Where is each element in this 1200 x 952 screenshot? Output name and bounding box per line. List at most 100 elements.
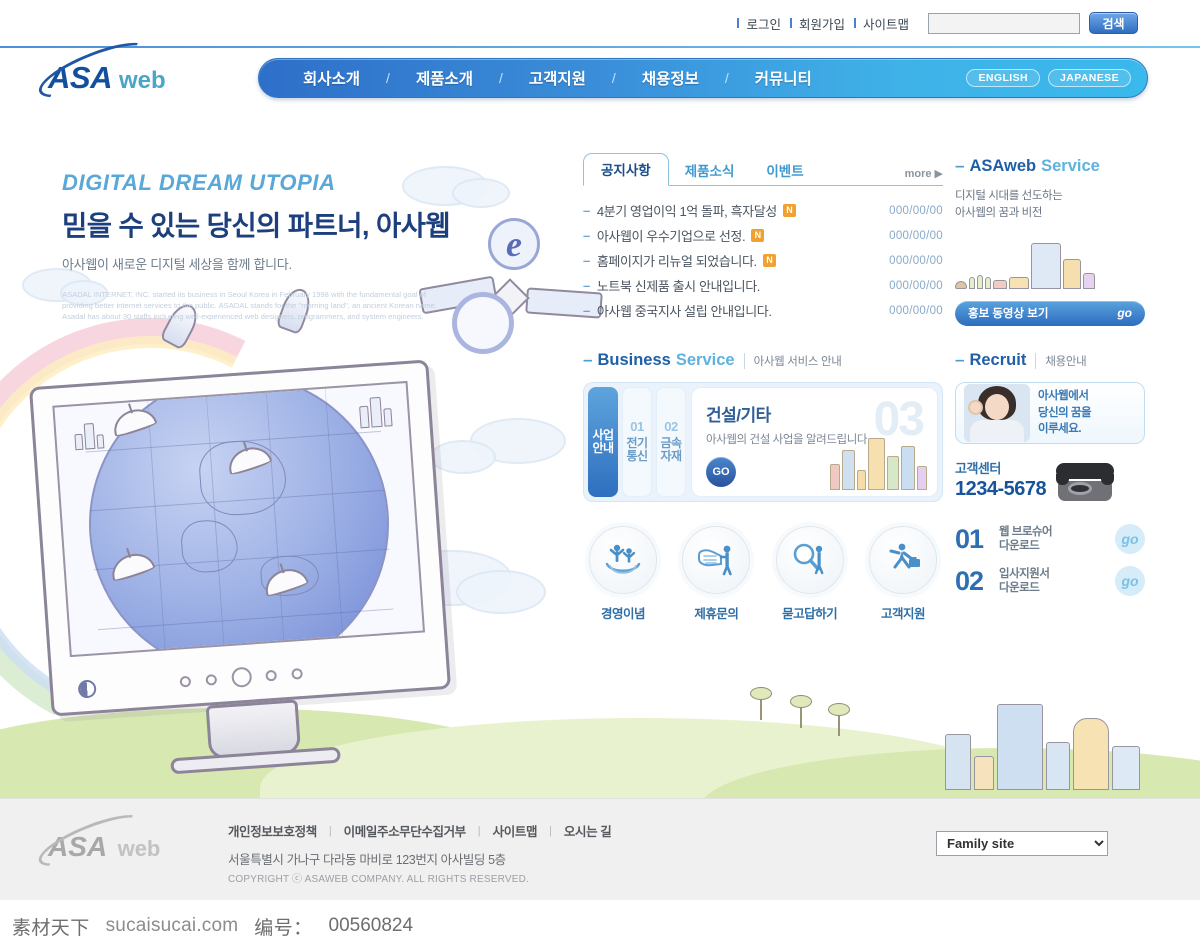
quick-link-label: 경영이념	[600, 607, 646, 621]
panel-city-illustration	[830, 438, 927, 490]
recruit-card[interactable]: 아사웹에서 당신의 꿈을 이루세요.	[955, 382, 1145, 444]
download-label: 입사지원서 다운로드	[999, 567, 1050, 596]
download-links: 01 웹 브로슈어 다운로드 go 02 입사지원서 다운로드 go	[955, 518, 1145, 602]
download-label-line1: 입사지원서	[999, 567, 1050, 580]
screen-city-left	[74, 422, 105, 451]
footer-links: 개인정보보호정책 | 이메일주소무단수집거부 | 사이트맵 | 오시는 길	[228, 821, 612, 840]
family-site-select[interactable]: Family site	[936, 831, 1108, 856]
quick-link-label: 제휴문의	[694, 607, 739, 621]
city-skyline-decoration	[945, 704, 1140, 790]
biz-tab-label: 금속자재	[660, 435, 682, 464]
notice-row[interactable]: – 노트북 신제품 출시 안내입니다. 000/00/00	[583, 273, 943, 298]
bullet-dash: –	[583, 228, 590, 243]
asaweb-service-heading: – ASAweb Service	[955, 156, 1145, 176]
new-badge: N	[751, 229, 765, 242]
notice-row[interactable]: – 아사웹이 우수기업으로 선정. N 000/00/00	[583, 223, 943, 248]
customer-center-label: 고객센터	[955, 461, 1001, 476]
footer-link-sitemap[interactable]: 사이트맵	[493, 821, 538, 840]
nav-separator: /	[611, 70, 616, 86]
nav-item-products[interactable]: 제품소개	[416, 67, 473, 89]
notice-row[interactable]: – 아사웹 중국지사 설립 안내입니다. 000/00/00	[583, 298, 943, 323]
monitor-screen	[52, 380, 426, 658]
utility-link-signup[interactable]: 회원가입	[790, 14, 852, 33]
quick-link-management[interactable]: 경영이념	[583, 526, 663, 622]
utility-link-sitemap[interactable]: 사이트맵	[854, 14, 916, 33]
nav-item-community[interactable]: 커뮤니티	[755, 67, 812, 89]
footer-separator: |	[328, 824, 332, 837]
nav-separator: /	[724, 70, 729, 86]
heading-primary: Recruit	[969, 351, 1027, 369]
footer-link-privacy[interactable]: 개인정보보호정책	[228, 821, 317, 840]
download-label: 웹 브로슈어 다운로드	[999, 525, 1053, 554]
heading-secondary: Service	[1041, 157, 1100, 175]
recruit-message-line2: 당신의 꿈을	[1038, 406, 1092, 419]
download-go-button[interactable]: go	[1115, 566, 1145, 596]
biz-tab-telecom[interactable]: 01 전기통신	[622, 387, 652, 497]
continent-india	[179, 518, 240, 575]
tab-product-news[interactable]: 제품소식	[669, 155, 751, 186]
recruit-message: 아사웹에서 당신의 꿈을 이루세요.	[1038, 388, 1092, 438]
nav-separator: /	[386, 70, 390, 86]
notice-title: 홈페이지가 리뉴얼 되었습니다.	[596, 254, 757, 269]
quick-link-support[interactable]: 고객지원	[863, 526, 943, 622]
lang-japanese-button[interactable]: JAPANESE	[1047, 69, 1131, 87]
quick-link-label: 묻고답하기	[782, 607, 838, 621]
site-logo[interactable]: ASA web	[32, 32, 166, 108]
biz-tab-label: 전기통신	[626, 435, 648, 464]
people-on-hands-icon	[589, 526, 657, 594]
monitor-illustration	[28, 359, 452, 775]
business-service-box: 사업안내 01 전기통신 02 금속자재 03 건설/기타 아사웹의 건설 사업…	[583, 382, 943, 502]
utility-bar: 로그인 회원가입 사이트맵 검색	[0, 0, 1200, 46]
new-badge: N	[762, 254, 776, 267]
footer-copyright: COPYRIGHT ⓒ ASAWEB COMPANY. ALL RIGHTS R…	[228, 874, 529, 885]
download-number: 02	[955, 565, 984, 596]
notice-more-link[interactable]: more ▶	[905, 167, 943, 186]
nav-item-support[interactable]: 고객지원	[529, 67, 586, 89]
hero-text-block: DIGITAL DREAM UTOPIA 믿을 수 있는 당신의 파트너, 아사…	[62, 170, 542, 322]
magnifier-person-icon	[775, 526, 844, 594]
biz-tab-overview[interactable]: 사업안내	[588, 387, 618, 497]
footer-link-email-reject[interactable]: 이메일주소무단수집거부	[344, 821, 467, 840]
nav-item-recruit[interactable]: 채용정보	[642, 67, 699, 89]
nav-separator: /	[498, 70, 503, 86]
nav-item-company[interactable]: 회사소개	[303, 67, 360, 89]
notice-row[interactable]: – 홈페이지가 리뉴얼 되었습니다. N 000/00/00	[583, 248, 943, 273]
watermark-id-label: 编号：	[254, 917, 313, 939]
download-row-application[interactable]: 02 입사지원서 다운로드 go	[955, 560, 1145, 602]
screen-city-right	[359, 396, 393, 429]
tab-event[interactable]: 이벤트	[750, 155, 819, 186]
main-navigation: 회사소개 / 제품소개 / 고객지원 / 채용정보 / 커뮤니티 ENGLISH…	[258, 58, 1148, 98]
hero-korean-title: 믿을 수 있는 당신의 파트너, 아사웹	[62, 210, 451, 241]
download-go-button[interactable]: go	[1115, 524, 1145, 554]
watermark-id-value: 00560824	[328, 915, 414, 936]
search-button[interactable]: 검색	[1089, 12, 1138, 34]
search-area: 검색	[928, 12, 1138, 34]
biz-tab-metal[interactable]: 02 금속자재	[656, 387, 686, 497]
footer-link-directions[interactable]: 오시는 길	[564, 821, 612, 840]
page-root: 로그인 회원가입 사이트맵 검색 ASA web 회사소개 / 제품소개 / 고…	[0, 0, 1200, 952]
tab-notice[interactable]: 공지사항	[583, 153, 669, 186]
cloud-icon	[456, 570, 546, 614]
promo-video-button[interactable]: 홍보 동영상 보기 go	[955, 300, 1145, 326]
lang-english-button[interactable]: ENGLISH	[966, 69, 1040, 87]
hero-subtitle: 아사웹이 새로운 디지털 세상을 함께 합니다.	[62, 257, 292, 272]
search-input[interactable]	[928, 12, 1080, 34]
header-divider	[0, 46, 1200, 48]
recruit-section: – Recruit 채용안내 아사웹에서 당신의 꿈을 이루세요. 고객센터 1…	[955, 350, 1145, 501]
bullet-dash: –	[583, 303, 590, 318]
watermark-brand: 素材天下	[12, 917, 90, 939]
notice-row[interactable]: – 4분기 영업이익 1억 돌파, 흑자달성 N 000/00/00	[583, 198, 943, 223]
running-person-briefcase-icon	[868, 526, 937, 594]
heading-subtitle: 아사웹 서비스 안내	[743, 353, 842, 369]
quick-link-partnership[interactable]: 제휴문의	[676, 526, 756, 622]
quick-link-qna[interactable]: 묻고답하기	[770, 526, 850, 622]
recruit-heading: – Recruit 채용안내	[955, 350, 1145, 370]
notice-date: 000/00/00	[889, 304, 943, 317]
download-row-brochure[interactable]: 01 웹 브로슈어 다운로드 go	[955, 518, 1145, 560]
heading-secondary: Service	[675, 351, 735, 369]
promo-video-go: go	[1117, 306, 1132, 320]
panel-go-button[interactable]: GO	[706, 457, 736, 488]
language-switcher: ENGLISH JAPANESE	[966, 69, 1131, 87]
utility-link-login[interactable]: 로그인	[737, 14, 788, 33]
asaweb-service-section: – ASAweb Service 디지털 시대를 선도하는 아사웹의 꿈과 비전	[955, 156, 1145, 326]
